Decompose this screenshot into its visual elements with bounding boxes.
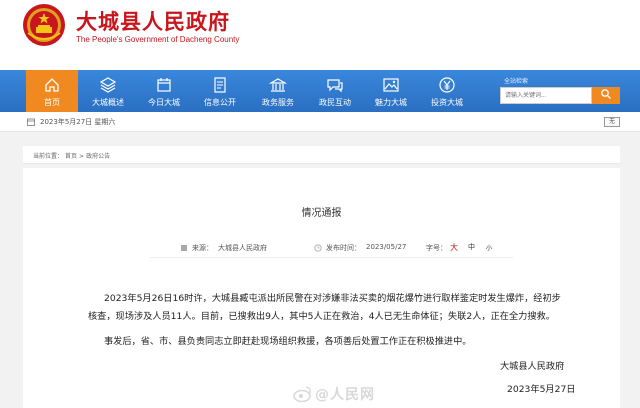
article-title: 情况通报 [301, 208, 342, 219]
article-sign-date: 2023年5月27日 [507, 384, 576, 395]
nav-label: 首页 [44, 98, 60, 107]
search-label: 全站检索 [504, 78, 529, 85]
weibo-icon [293, 386, 311, 403]
nav-label: 信息公开 [204, 98, 236, 107]
breadcrumb-item-announcements[interactable]: 政府公告 [86, 153, 110, 160]
watermark-text: @人民网 [315, 387, 375, 403]
nav-item-home[interactable]: 首页 [26, 70, 78, 112]
document-icon [214, 77, 226, 93]
watermark: @人民网 [293, 383, 383, 405]
nav-item-invest[interactable]: 投资大城 [421, 70, 473, 112]
breadcrumb-label: 当前位置： [33, 153, 64, 160]
accessibility-button[interactable]: 无 [604, 117, 620, 127]
nav-item-interaction[interactable]: 政民互动 [309, 70, 361, 112]
search-icon [601, 89, 611, 99]
font-size-large-button[interactable]: 大 [450, 242, 458, 253]
main-nav: 首页 大城概述 今日大城 信息公开 政务服务 政民互动 魅力大城 投资大城 全站… [0, 70, 640, 112]
article-meta: 来源： 大城县人民政府 发布时间： 2023/05/27 字号： 大 中 小 [150, 240, 513, 258]
publish-date-label: 发布时间： [326, 244, 361, 252]
nav-label: 政民互动 [319, 98, 351, 107]
nav-item-charm[interactable]: 魅力大城 [365, 70, 417, 112]
site-subtitle: The People's Government of Dacheng Count… [76, 35, 240, 44]
article-paragraph-1-line-2: 核查，现场涉及人员11人。目前，已搜救出9人，其中5人正在救治，4人已无生命体征… [88, 311, 555, 322]
article-card: 情况通报 来源： 大城县人民政府 发布时间： 2023/05/27 字号： 大 … [23, 168, 620, 408]
search-input[interactable] [500, 87, 592, 104]
nav-label: 魅力大城 [375, 98, 407, 107]
source-icon [181, 245, 187, 251]
building-icon [269, 78, 287, 92]
picture-icon [383, 78, 399, 92]
nav-item-today[interactable]: 今日大城 [138, 70, 190, 112]
clock-icon [314, 244, 322, 252]
chat-icon [327, 79, 343, 93]
search-button[interactable] [592, 87, 620, 104]
national-emblem-icon [23, 4, 65, 46]
source-value: 大城县人民政府 [218, 244, 267, 252]
nav-label: 政务服务 [262, 98, 294, 107]
calendar-icon [27, 118, 35, 126]
source-label: 来源： [192, 244, 213, 252]
yuan-icon [439, 77, 455, 93]
font-size-label: 字号： [426, 244, 447, 252]
current-date: 2023年5月27日 星期六 [40, 118, 116, 126]
nav-label: 今日大城 [148, 98, 180, 107]
font-size-small-button[interactable]: 小 [486, 243, 492, 252]
nav-label: 投资大城 [431, 98, 463, 107]
nav-label: 大城概述 [92, 98, 124, 107]
article-paragraph-2: 事发后，省、市、县负责同志立即赶赴现场组织救援，各项善后处置工作正在积极推进中。 [104, 336, 472, 347]
breadcrumb: 当前位置： 首页 > 政府公告 [23, 146, 620, 164]
breadcrumb-separator: > [79, 153, 85, 160]
calendar-icon [157, 78, 171, 92]
home-icon [45, 78, 59, 92]
article-signature: 大城县人民政府 [500, 361, 565, 372]
date-bar: 2023年5月27日 星期六 无 [0, 112, 640, 132]
breadcrumb-item-home[interactable]: 首页 [65, 153, 77, 160]
nav-item-service[interactable]: 政务服务 [252, 70, 304, 112]
article-paragraph-1-line-1: 2023年5月26日16时许，大城县臧屯派出所民警在对涉嫌非法买卖的烟花爆竹进行… [104, 293, 561, 304]
publish-date: 2023/05/27 [366, 243, 407, 251]
site-header: 大城县人民政府 The People's Government of Dache… [0, 0, 640, 70]
nav-item-overview[interactable]: 大城概述 [82, 70, 134, 112]
site-title: 大城县人民政府 [76, 10, 230, 34]
font-size-medium-button[interactable]: 中 [468, 242, 475, 252]
nav-item-info[interactable]: 信息公开 [194, 70, 246, 112]
layers-icon [99, 77, 117, 93]
site-search: 全站检索 [500, 76, 622, 108]
